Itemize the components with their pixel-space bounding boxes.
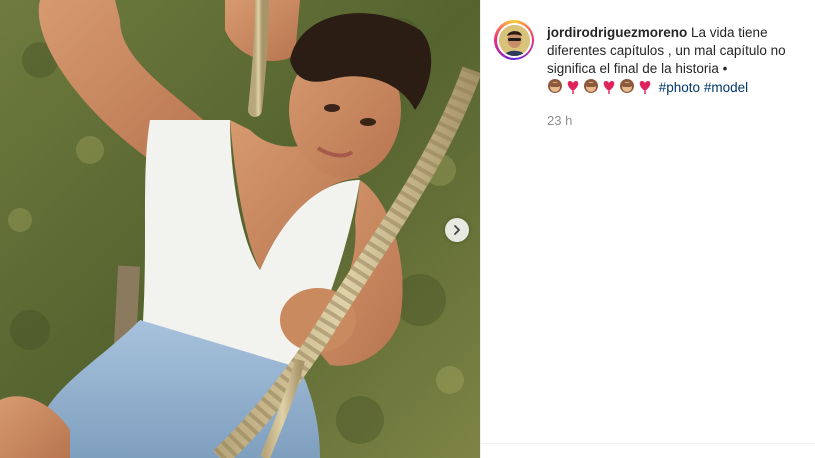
red-heart-icon <box>638 78 652 99</box>
avatar[interactable] <box>494 20 534 60</box>
post-timestamp[interactable]: 23 h <box>547 113 572 128</box>
red-heart-icon <box>602 78 616 99</box>
red-heart-icon <box>566 78 580 99</box>
avatar-portrait <box>498 24 530 56</box>
see-no-evil-monkey-icon <box>547 78 563 99</box>
post-caption: jordirodriguezmoreno La vida tiene difer… <box>547 24 797 99</box>
chevron-right-icon <box>454 225 460 235</box>
username-link[interactable]: jordirodriguezmoreno <box>547 25 687 40</box>
hashtag-link[interactable]: #photo <box>659 80 700 95</box>
post-photo[interactable] <box>0 0 480 458</box>
see-no-evil-monkey-icon <box>583 78 599 99</box>
avatar-image <box>498 24 530 56</box>
hashtag-link[interactable]: #model <box>704 80 748 95</box>
see-no-evil-monkey-icon <box>619 78 635 99</box>
photo-image <box>0 0 480 458</box>
carousel-next-button[interactable] <box>445 218 469 242</box>
caption-emoji-row: #photo #model <box>547 78 797 99</box>
section-divider <box>481 443 815 444</box>
post-details-panel: jordirodriguezmoreno La vida tiene difer… <box>481 0 815 458</box>
